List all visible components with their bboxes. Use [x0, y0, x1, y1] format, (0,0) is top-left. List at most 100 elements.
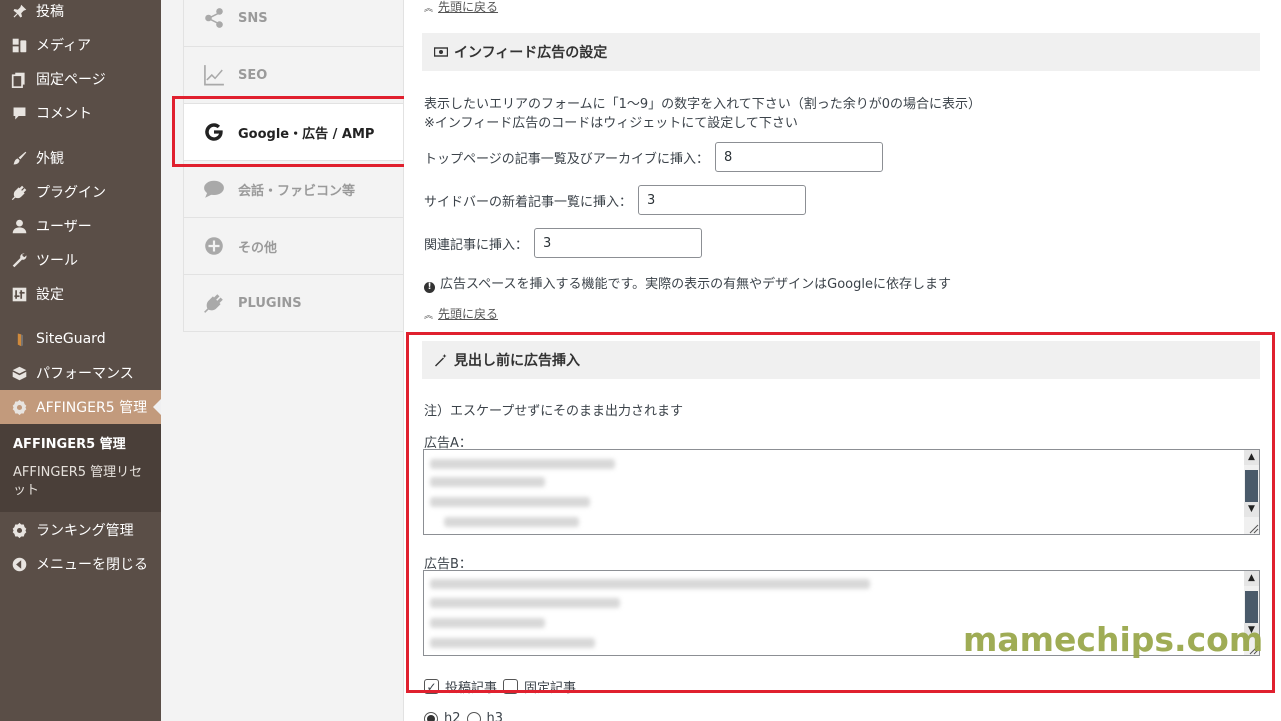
page-icon: [10, 70, 28, 88]
resize-handle-icon[interactable]: [1247, 522, 1259, 534]
menu-label: プラグイン: [36, 185, 106, 201]
google-icon: [202, 120, 226, 144]
affinger5-submenu: AFFINGER5 管理 AFFINGER5 管理リセット: [0, 424, 161, 512]
tab-conversation-favicon[interactable]: 会話・ファビコン等: [183, 161, 403, 218]
chart-icon: [202, 63, 226, 87]
user-icon: [10, 217, 28, 235]
siteguard-icon: [10, 330, 28, 348]
menu-item-siteguard[interactable]: SiteGuard: [0, 322, 161, 356]
heading-level-radios: h2 h3: [424, 711, 503, 721]
scroll-down-icon[interactable]: ▼: [1244, 502, 1259, 517]
radio-h3[interactable]: [466, 711, 481, 721]
tab-others[interactable]: その他: [183, 218, 403, 275]
infeed-section-header: インフィード広告の設定: [422, 33, 1260, 71]
gear-icon: [10, 521, 28, 539]
double-chevron-up-icon: ︽: [424, 311, 434, 321]
field-label: 関連記事に挿入：: [424, 237, 529, 253]
media-icon: [10, 36, 28, 54]
tab-label: SEO: [238, 67, 268, 83]
tab-label: PLUGINS: [238, 295, 302, 311]
heading-ads-section-header: 見出し前に広告挿入: [422, 341, 1260, 379]
infeed-description: 表示したいエリアのフォームに「1〜9」の数字を入れて下さい（割った余りが0の場合…: [424, 97, 982, 112]
infeed-related-row: 関連記事に挿入：: [424, 228, 703, 258]
back-to-top-label: 先頭に戻る: [438, 0, 499, 14]
section-title: 見出し前に広告挿入: [454, 353, 580, 369]
menu-item-pages[interactable]: 固定ページ: [0, 62, 161, 96]
menu-label: パフォーマンス: [36, 366, 134, 382]
submenu-item-affinger5-reset[interactable]: AFFINGER5 管理リセット: [13, 464, 153, 500]
tab-label: その他: [238, 240, 278, 256]
scroll-up-icon[interactable]: ▲: [1244, 450, 1259, 465]
pin-icon: [10, 2, 28, 20]
menu-item-plugins[interactable]: プラグイン: [0, 175, 161, 209]
tab-google-ads-amp[interactable]: Google・広告 / AMP: [183, 104, 403, 161]
menu-label: ユーザー: [36, 219, 92, 235]
field-label: サイドバーの新着記事一覧に挿入：: [424, 194, 633, 210]
menu-item-ranking[interactable]: ランキング管理: [0, 513, 161, 547]
plugin-icon: [10, 183, 28, 201]
section-title: インフィード広告の設定: [454, 45, 608, 61]
menu-item-appearance[interactable]: 外観: [0, 141, 161, 175]
radio-h2[interactable]: [424, 711, 438, 721]
menu-item-comments[interactable]: コメント: [0, 96, 161, 130]
infeed-related-input[interactable]: [534, 228, 703, 258]
submenu-item-affinger5-admin[interactable]: AFFINGER5 管理: [13, 436, 153, 454]
back-to-top-link[interactable]: ︽ 先頭に戻る: [424, 0, 498, 15]
infeed-sidebar-input[interactable]: [638, 185, 807, 215]
scroll-up-icon[interactable]: ▲: [1244, 571, 1259, 586]
infeed-sidebar-row: サイドバーの新着記事一覧に挿入：: [424, 185, 807, 215]
checkbox-label: 固定記事: [524, 681, 577, 696]
menu-label: 固定ページ: [36, 72, 106, 88]
menu-item-performance[interactable]: パフォーマンス: [0, 356, 161, 390]
performance-icon: [10, 364, 28, 382]
tab-label: 会話・ファビコン等: [238, 183, 356, 199]
radio-label: h2: [444, 711, 461, 721]
menu-label: AFFINGER5 管理: [36, 400, 148, 416]
gear-icon: [10, 398, 28, 416]
menu-item-posts[interactable]: 投稿: [0, 0, 161, 28]
wrench-icon: [10, 251, 28, 269]
plus-circle-icon: [202, 234, 226, 258]
checkbox-post[interactable]: ✓: [424, 679, 439, 694]
tab-plugins[interactable]: PLUGINS: [183, 275, 403, 332]
tab-sns[interactable]: SNS: [183, 0, 403, 47]
menu-label: SiteGuard: [36, 331, 106, 347]
note-text: 広告スペースを挿入する機能です。実際の表示の有無やデザインはGoogleに依存し…: [440, 277, 951, 292]
menu-item-affinger5[interactable]: AFFINGER5 管理: [0, 390, 161, 424]
double-chevron-up-icon: ︽: [424, 4, 434, 14]
comment-icon: [10, 104, 28, 122]
field-label: トップページの記事一覧及びアーカイブに挿入：: [424, 151, 709, 167]
admin-sidebar: 投稿 メディア 固定ページ コメント 外観 プラグイン ユーザー ツール 設定 …: [0, 0, 161, 721]
tab-label: Google・広告 / AMP: [238, 126, 375, 142]
brush-icon: [10, 149, 28, 167]
menu-item-tools[interactable]: ツール: [0, 243, 161, 277]
menu-label: 設定: [36, 287, 64, 303]
post-type-checkboxes: ✓ 投稿記事 固定記事: [424, 677, 576, 696]
magic-wand-icon: [434, 353, 448, 367]
settings-tab-column: SNS SEO Google・広告 / AMP 会話・ファビコン等 その他 PL…: [161, 0, 404, 721]
collapse-icon: [10, 555, 28, 573]
menu-label: 外観: [36, 151, 64, 167]
back-to-top-label: 先頭に戻る: [438, 307, 499, 321]
menu-item-media[interactable]: メディア: [0, 28, 161, 62]
menu-label: メニューを閉じる: [36, 557, 148, 573]
collapse-menu-button[interactable]: メニューを閉じる: [0, 547, 161, 581]
tab-seo[interactable]: SEO: [183, 47, 403, 104]
watermark: mamechips.com: [963, 620, 1264, 659]
back-to-top-link[interactable]: ︽ 先頭に戻る: [424, 305, 498, 322]
menu-label: ツール: [36, 253, 78, 269]
escape-note: 注）エスケープせずにそのまま出力されます: [424, 404, 683, 419]
infeed-top-page-input[interactable]: [714, 142, 883, 172]
ad-a-textarea[interactable]: ▲ ▼: [423, 449, 1260, 535]
settings-icon: [10, 285, 28, 303]
infeed-widget-note: ※インフィード広告のコードはウィジェットにて設定して下さい: [424, 116, 798, 131]
menu-label: 投稿: [36, 4, 64, 20]
share-icon: [202, 6, 226, 30]
infeed-top-page-row: トップページの記事一覧及びアーカイブに挿入：: [424, 142, 883, 172]
menu-item-users[interactable]: ユーザー: [0, 209, 161, 243]
menu-item-settings[interactable]: 設定: [0, 277, 161, 311]
infeed-google-note: ! 広告スペースを挿入する機能です。実際の表示の有無やデザインはGoogleに依存…: [424, 273, 951, 293]
menu-label: メディア: [36, 38, 92, 54]
plugin-icon: [202, 291, 226, 315]
checkbox-page[interactable]: [503, 679, 519, 694]
